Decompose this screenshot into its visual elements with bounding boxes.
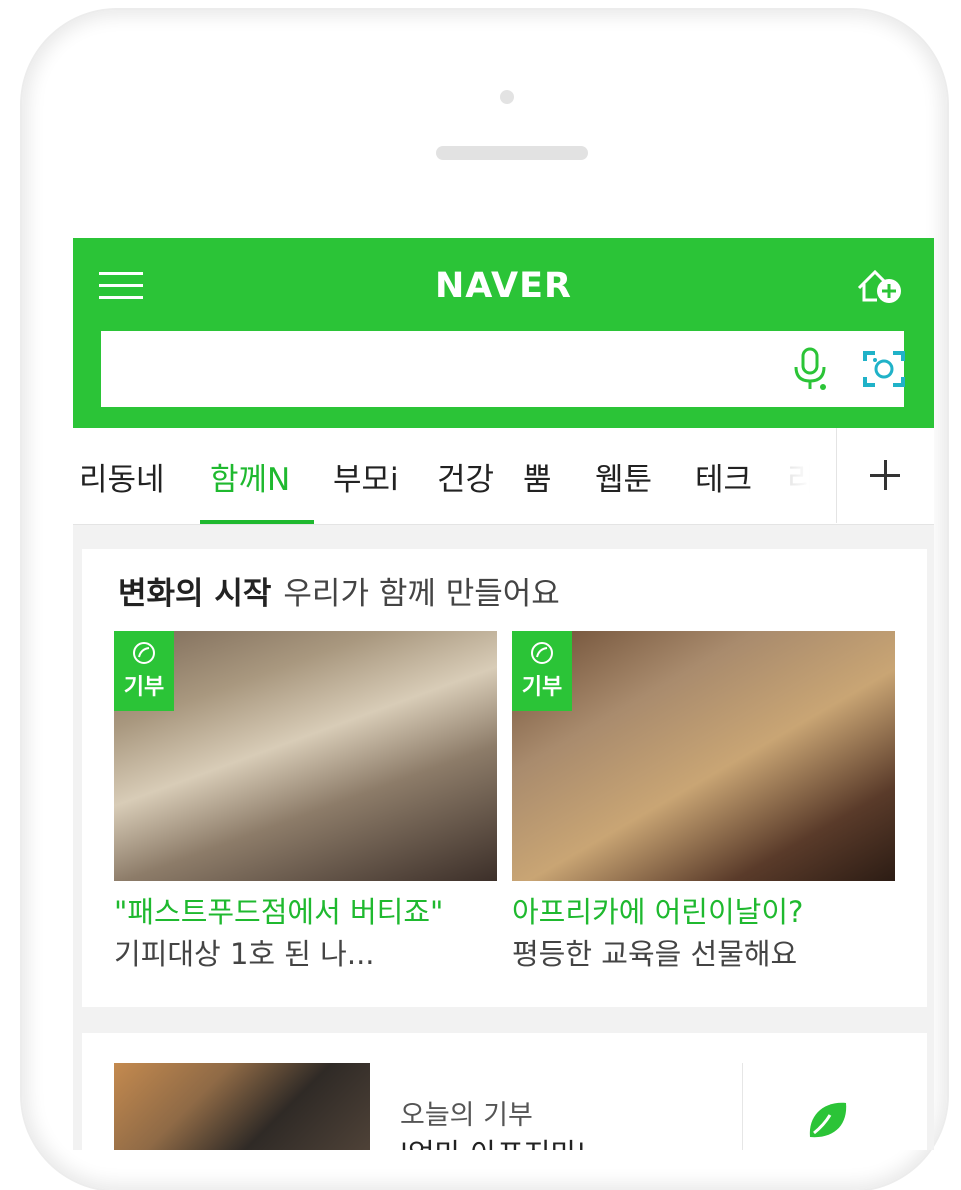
donation-badge: 기부 (512, 631, 572, 711)
change-start-card: 변화의 시작 우리가 함께 만들어요 기부 기부 "패스트푸드점에서 버티죠" … (82, 549, 927, 1007)
donation-caption-2[interactable]: 아프리카에 어린이날이? 평등한 교육을 선물해요 (512, 891, 912, 975)
today-donation-card: 오늘의 기부 '엄마 아프지마' (82, 1033, 927, 1150)
leaf-icon (531, 642, 553, 664)
donate-leaf-icon[interactable] (804, 1097, 850, 1143)
today-donation-title[interactable]: '엄마 아프지마' (400, 1131, 585, 1150)
donation-badge: 기부 (114, 631, 174, 711)
caption-rest: 기피대상 1호 된 나... (114, 937, 375, 971)
badge-label: 기부 (123, 675, 165, 700)
caption-highlight: 아프리카에 어린이날이? (512, 895, 804, 929)
tabs-fade (749, 428, 837, 523)
earpiece-speaker (436, 146, 588, 160)
today-donation-thumbnail[interactable] (114, 1063, 370, 1150)
section-title-strong: 변화의 시작 (118, 576, 272, 612)
tab-ppum[interactable]: 뿜 (523, 454, 552, 499)
tab-together[interactable]: 함께N (210, 454, 290, 499)
today-donation-label: 오늘의 기부 (400, 1100, 533, 1131)
phone-screen: NAVER 리동네 함께N 부모i 건강 뿜 웹툰 테크 변화의 시작 우리가 … (73, 238, 934, 1150)
donation-thumbnail-2[interactable]: 기부 (512, 631, 895, 881)
leaf-icon (133, 642, 155, 664)
active-tab-indicator (200, 520, 314, 524)
caption-rest: 평등한 교육을 선물해요 (512, 937, 798, 971)
add-to-home-icon[interactable] (855, 264, 907, 306)
front-camera (500, 90, 514, 104)
naver-logo[interactable]: NAVER (73, 266, 934, 306)
search-input[interactable] (101, 331, 907, 407)
tab-parents[interactable]: 부모i (333, 454, 399, 499)
tab-tech[interactable]: 테크 (695, 454, 752, 499)
category-tabs: 리동네 함께N 부모i 건강 뿜 웹툰 테크 리 (73, 428, 934, 525)
microphone-icon[interactable] (789, 345, 831, 393)
card-divider (742, 1063, 743, 1150)
app-header: NAVER (73, 238, 934, 428)
caption-highlight: "패스트푸드점에서 버티죠" (114, 895, 444, 929)
tab-neighborhood[interactable]: 리동네 (79, 454, 165, 499)
donation-thumbnail-1[interactable]: 기부 (114, 631, 497, 881)
donation-caption-1[interactable]: "패스트푸드점에서 버티죠" 기피대상 1호 된 나... (114, 891, 474, 975)
section-title: 변화의 시작 우리가 함께 만들어요 (118, 568, 560, 613)
add-tab-button[interactable] (837, 428, 934, 523)
badge-label: 기부 (521, 675, 563, 700)
section-title-light: 우리가 함께 만들어요 (283, 576, 560, 612)
tab-webtoon[interactable]: 웹툰 (595, 454, 652, 499)
tab-health[interactable]: 건강 (437, 454, 494, 499)
image-search-icon[interactable] (861, 347, 907, 391)
